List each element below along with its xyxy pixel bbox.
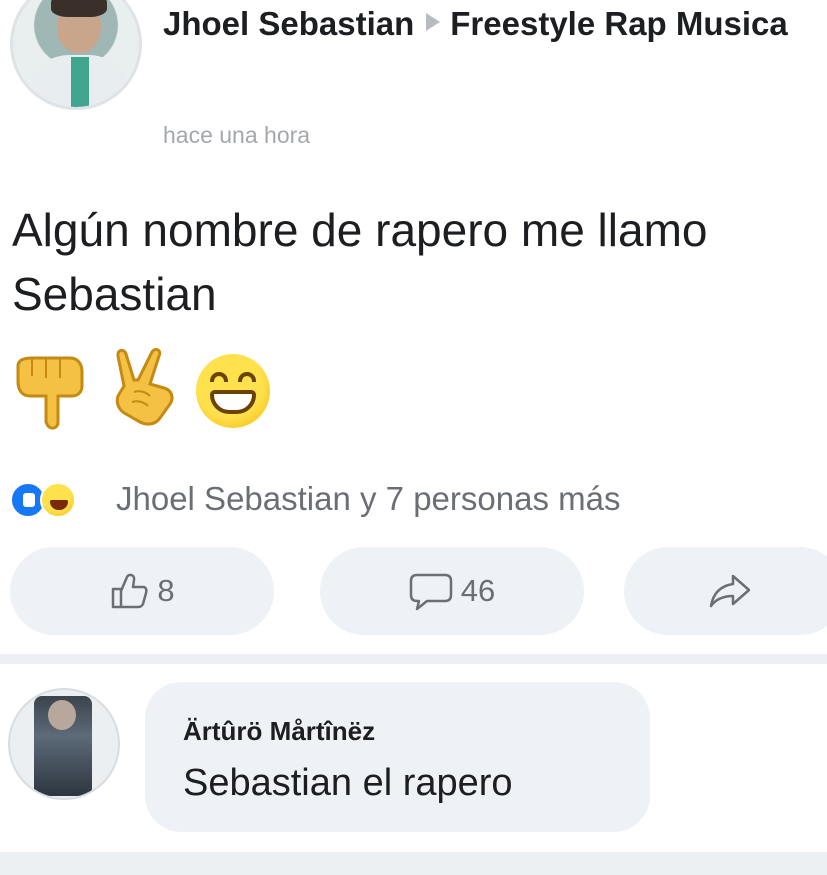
- thumbs-up-icon: [112, 573, 148, 609]
- share-button[interactable]: [624, 547, 827, 635]
- avatar-hair: [51, 0, 107, 17]
- group-name-link[interactable]: Freestyle Rap Musica: [450, 5, 787, 42]
- avatar-stripe: [71, 57, 89, 107]
- grin-eye-left: [210, 372, 228, 382]
- grin-mouth: [210, 390, 256, 414]
- post-header: Jhoel Sebastian Freestyle Rap Musica hace…: [0, 0, 827, 160]
- commenter-avatar-head: [48, 700, 76, 730]
- commenter-avatar[interactable]: [8, 688, 120, 800]
- post-emoji-row: [12, 346, 312, 432]
- comment-bubble-icon: [409, 573, 452, 611]
- author-avatar[interactable]: [10, 0, 142, 110]
- bottom-strip: [0, 852, 827, 875]
- like-button[interactable]: 8: [10, 547, 274, 635]
- section-divider: [0, 654, 827, 664]
- point-down-icon: [16, 356, 84, 430]
- author-name-link[interactable]: Jhoel Sebastian: [163, 5, 414, 42]
- post-text: Algún nombre de rapero me llamo Sebastia…: [12, 204, 708, 320]
- grinning-face-icon: [196, 354, 270, 428]
- share-arrow-icon: [709, 574, 751, 608]
- rock-horns-icon: [115, 347, 174, 426]
- comment-item: Ärtûrö Mårtînëz Sebastian el rapero: [0, 672, 827, 852]
- grin-eye-right: [238, 372, 256, 382]
- haha-reaction-icon: [40, 482, 76, 518]
- post-timestamp[interactable]: hace una hora: [163, 122, 310, 149]
- comment-bubble[interactable]: Ärtûrö Mårtînëz Sebastian el rapero: [145, 682, 650, 832]
- comment-button[interactable]: 46: [320, 547, 584, 635]
- comment-author-name[interactable]: Ärtûrö Mårtînëz: [183, 716, 375, 747]
- post-action-bar: 8 46: [0, 545, 827, 637]
- arrow-right-icon: [426, 13, 441, 31]
- comment-count: 46: [460, 573, 496, 608]
- reactions-text: Jhoel Sebastian y 7 personas más: [116, 480, 621, 517]
- post-header-names: Jhoel Sebastian Freestyle Rap Musica: [163, 0, 813, 48]
- reactions-summary[interactable]: Jhoel Sebastian y 7 personas más: [10, 478, 820, 526]
- comment-text: Sebastian el rapero: [183, 762, 513, 804]
- like-count: 8: [157, 573, 175, 608]
